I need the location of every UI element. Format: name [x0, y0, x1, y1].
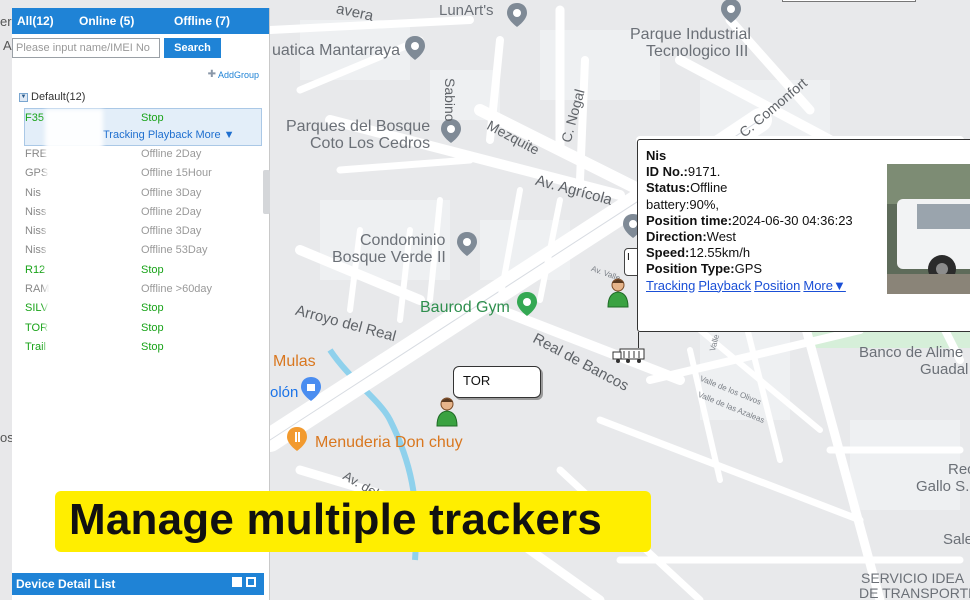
gym-pin-icon: [517, 292, 537, 316]
map-label: Rec: [948, 461, 970, 478]
shopping-pin-icon: [301, 377, 321, 401]
popup-label: Position Type:: [646, 261, 735, 277]
map-label: Parque Industrial: [630, 26, 751, 43]
add-group-button[interactable]: ✚ AddGroup: [208, 69, 259, 80]
device-info-popup[interactable]: Nis ID No.:9171. Status:Offline battery:…: [637, 139, 970, 348]
device-status: Stop: [141, 321, 164, 334]
popup-tracking-link[interactable]: Tracking: [646, 278, 695, 293]
device-detail-list-bar[interactable]: Device Detail List: [12, 573, 264, 595]
popup-pointer: [638, 332, 639, 348]
device-status: Stop: [141, 340, 164, 353]
map-label: Baurod Gym: [420, 299, 510, 316]
map-pin-icon: [507, 3, 527, 27]
tracker-name-bubble[interactable]: I: [624, 248, 638, 276]
collapse-toggle-icon[interactable]: ▼: [19, 92, 28, 102]
map-label: olón: [270, 384, 299, 401]
device-name: FRE: [25, 148, 47, 160]
device-status: Offline 53Day: [141, 244, 208, 257]
map-label: Parques del Bosque: [286, 118, 431, 135]
map-label: Gallo S.: [916, 478, 970, 495]
map-control-box[interactable]: [782, 0, 916, 2]
detail-bar-title: Device Detail List: [16, 577, 116, 591]
map-edge: er A os: [0, 0, 14, 600]
popup-value: West: [706, 229, 737, 245]
device-name: F35: [25, 112, 44, 124]
map-label: Tecnologico III: [646, 43, 749, 60]
map-label: Guadal: [920, 361, 969, 378]
popup-value: 9171.: [687, 164, 721, 180]
map-label: Coto Los Cedros: [310, 135, 431, 152]
device-status: Stop: [141, 263, 164, 276]
restaurant-pin-icon: [287, 427, 307, 451]
popup-label: Position time:: [646, 212, 732, 228]
map-pin-icon: [721, 0, 741, 23]
status-tabs: All(12) Online (5) Offline (7): [12, 8, 269, 34]
device-name: R12: [25, 263, 46, 276]
map-label: Mulas: [273, 353, 316, 370]
popup-label: Status:: [646, 180, 691, 196]
popup-value: 12.55km/h: [689, 245, 751, 261]
device-status: Offline 15Hour: [141, 167, 212, 180]
tracker-name-bubble[interactable]: TOR: [453, 366, 541, 398]
device-name: Niss: [25, 205, 47, 218]
popup-device-name: Nis: [646, 148, 667, 163]
map-label: SERVICIO IDEA: [861, 570, 965, 586]
map-label: Bosque Verde II: [332, 249, 446, 266]
popup-value: GPS: [734, 261, 763, 277]
device-name: Niss: [25, 244, 47, 257]
popup-position-link[interactable]: Position: [754, 278, 800, 293]
map-label: Sabino: [442, 78, 458, 122]
popup-label: ID No.:: [646, 164, 688, 180]
device-status: Stop: [141, 302, 164, 315]
device-name: Niss: [25, 225, 47, 238]
group-label: Default(12): [31, 91, 86, 103]
map-label: LunArt's: [439, 2, 494, 19]
tab-offline[interactable]: Offline (7): [171, 14, 261, 28]
popup-value: Offline: [690, 180, 728, 196]
map-label: uatica Mantarraya: [272, 42, 401, 59]
map-label: Banco de Alime: [859, 344, 964, 361]
search-button[interactable]: Search: [164, 38, 221, 58]
tab-online[interactable]: Online (5): [76, 14, 171, 28]
map-label: Menuderia Don chuy: [315, 434, 463, 451]
map-label: A: [3, 38, 12, 53]
group-header[interactable]: ▼ Default(12): [19, 91, 85, 103]
device-actions[interactable]: Tracking Playback More ▼: [103, 129, 235, 141]
device-name: Trail: [25, 340, 46, 353]
vehicle-photo: [887, 164, 970, 294]
popup-label: Speed:: [646, 245, 690, 261]
banner-text: Manage multiple trackers: [69, 495, 602, 544]
promo-banner: Manage multiple trackers: [55, 491, 651, 552]
redaction-blur: [45, 109, 103, 361]
device-status: Offline 2Day: [141, 205, 202, 218]
person-tracker-icon[interactable]: [605, 276, 631, 308]
add-icon: ✚: [207, 69, 216, 80]
add-group-label: AddGroup: [217, 69, 259, 80]
tab-all[interactable]: All(12): [14, 14, 76, 28]
popup-label: Direction:: [646, 229, 707, 245]
popup-more-link[interactable]: More▼: [803, 278, 846, 293]
device-name: Nis: [25, 186, 41, 199]
popup-playback-link[interactable]: Playback: [698, 278, 751, 293]
device-list: F35 Stop Tracking Playback More ▼ FRE Offlin…: [24, 108, 262, 361]
map-label: DE TRANSPORTES: [859, 585, 970, 600]
minimize-icon[interactable]: [232, 577, 242, 587]
map-pin-icon: [405, 36, 425, 60]
device-status: Offline >60day: [141, 283, 213, 296]
search-row: Search: [12, 38, 270, 60]
device-status: Offline 3Day: [141, 225, 202, 238]
maximize-icon[interactable]: [246, 577, 256, 587]
map-pin-icon: [457, 232, 477, 256]
device-status: Offline 2Day: [141, 148, 202, 160]
sidebar-collapse-handle[interactable]: [263, 170, 270, 214]
device-status: Stop: [141, 112, 164, 124]
device-status: Offline 3Day: [141, 186, 202, 199]
popup-value: 2024-06-30 04:36:23: [731, 212, 853, 228]
map-label: er: [0, 14, 12, 29]
search-input[interactable]: [12, 38, 160, 58]
map-label: Sale: [943, 531, 970, 548]
person-tracker-icon[interactable]: [434, 395, 460, 427]
map-label: Condominio: [360, 232, 446, 249]
truck-tracker-icon[interactable]: [612, 346, 646, 364]
